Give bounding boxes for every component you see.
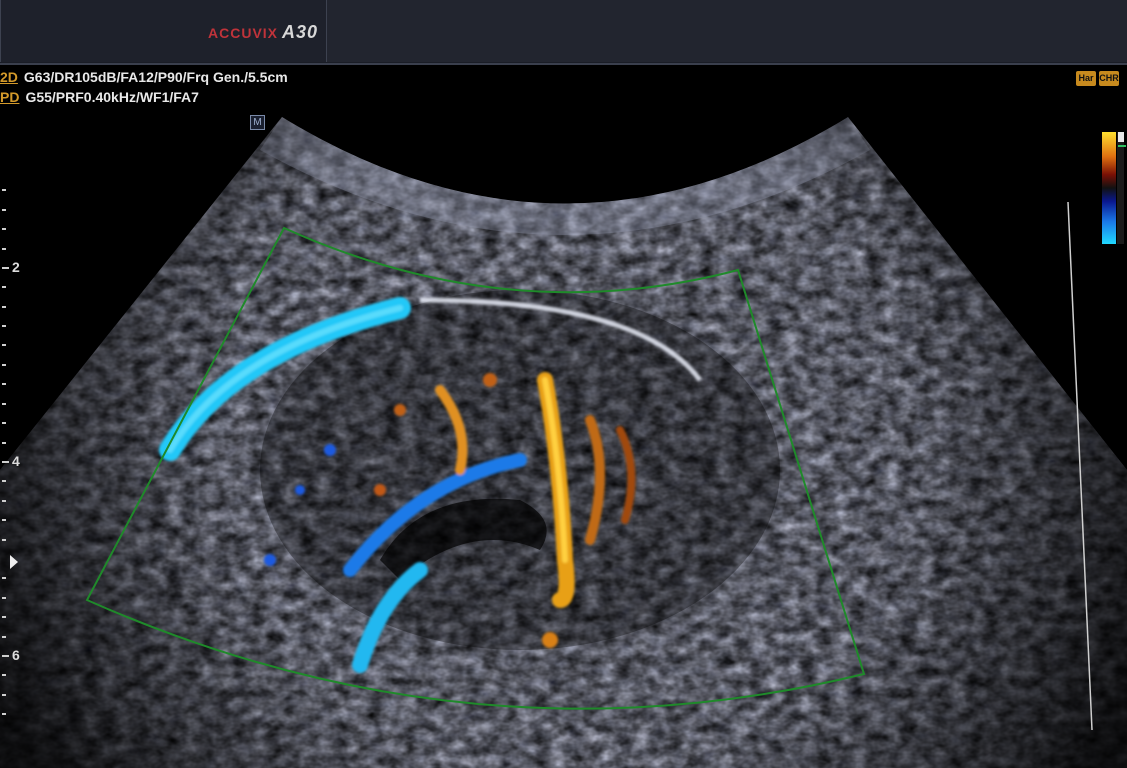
color-map-bar [1102, 132, 1126, 244]
ultrasound-image [0, 117, 1127, 768]
depth-label-2: 2 [12, 259, 20, 275]
depth-label-6: 6 [12, 647, 20, 663]
depth-label-4: 4 [12, 453, 20, 469]
